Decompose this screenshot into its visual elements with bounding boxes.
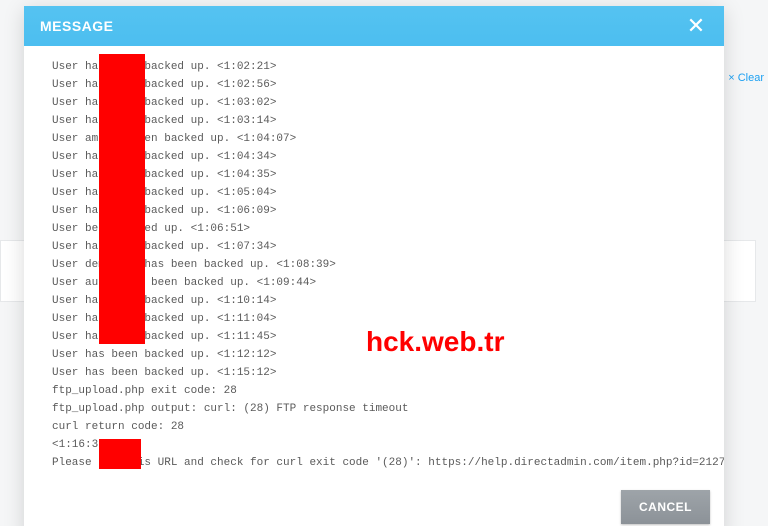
- dialog-header: MESSAGE ✕: [24, 6, 724, 46]
- log-line: User has been backed up. <1:02:56>: [52, 76, 716, 94]
- log-line: ftp_upload.php exit code: 28: [52, 382, 716, 400]
- redaction-block: [99, 54, 145, 344]
- log-line: User has been backed up. <1:02:21>: [52, 58, 716, 76]
- clear-link[interactable]: × Clear: [728, 72, 764, 84]
- log-line: User demirhur has been backed up. <1:08:…: [52, 256, 716, 274]
- dialog-footer: CANCEL: [24, 480, 724, 526]
- log-line: User has been backed up. <1:03:02>: [52, 94, 716, 112]
- log-line: User has been backed up. <1:04:35>: [52, 166, 716, 184]
- log-line: Please see this URL and check for curl e…: [52, 454, 716, 472]
- log-line: curl return code: 28: [52, 418, 716, 436]
- log-line: User aurda has been backed up. <1:09:44>: [52, 274, 716, 292]
- log-line: User has been backed up. <1:11:45>: [52, 328, 716, 346]
- log-line: User has been backed up. <1:03:14>: [52, 112, 716, 130]
- log-line: <1:16:38>: [52, 436, 716, 454]
- close-icon[interactable]: ✕: [684, 15, 708, 37]
- log-line: ftp_upload.php output: curl: (28) FTP re…: [52, 400, 716, 418]
- log-line: User has been backed up. <1:11:04>: [52, 310, 716, 328]
- log-line: User has been backed up. <1:10:14>: [52, 292, 716, 310]
- log-line: User has been backed up. <1:12:12>: [52, 346, 716, 364]
- cancel-button[interactable]: CANCEL: [621, 490, 710, 524]
- message-dialog: MESSAGE ✕ User has been backed up. <1:02…: [24, 6, 724, 526]
- dialog-title: MESSAGE: [40, 18, 114, 34]
- dialog-body-wrap: User has been backed up. <1:02:21>User h…: [24, 46, 724, 480]
- redaction-block-small: [99, 439, 141, 469]
- log-line: User has been backed up. <1:15:12>: [52, 364, 716, 382]
- log-line: User has been backed up. <1:07:34>: [52, 238, 716, 256]
- log-line: User has been backed up. <1:05:04>: [52, 184, 716, 202]
- log-line: User has been backed up. <1:04:34>: [52, 148, 716, 166]
- log-line: User been backed up. <1:06:51>: [52, 220, 716, 238]
- log-line: User has been backed up. <1:06:09>: [52, 202, 716, 220]
- log-line: User am has been backed up. <1:04:07>: [52, 130, 716, 148]
